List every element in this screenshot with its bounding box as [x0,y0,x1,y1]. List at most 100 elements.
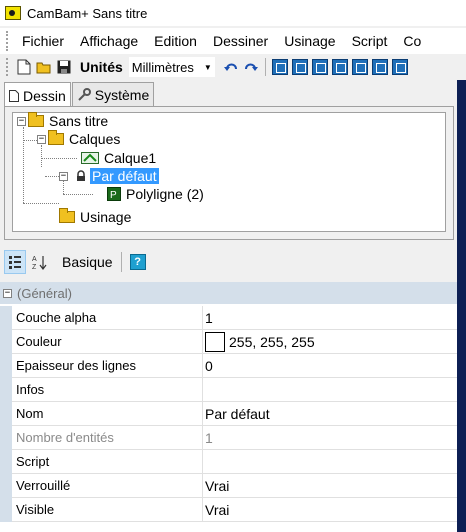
tree-item-usinage[interactable]: Usinage [59,208,131,226]
view-button-7[interactable] [391,59,408,75]
view-button-2[interactable] [291,59,308,75]
property-value[interactable]: Par défaut [203,402,457,426]
tree-item-par-defaut[interactable]: − Par défaut [59,167,159,185]
svg-text:A: A [32,256,37,263]
property-row-couleur[interactable]: Couleur 255, 255, 255 [0,330,457,354]
color-value: 255, 255, 255 [229,333,315,350]
tree-item-calque1[interactable]: Calque1 [81,149,156,167]
property-name: Verrouillé [12,474,203,498]
toolbar-separator [264,58,266,76]
property-name: Visible [12,498,203,522]
property-name: Nom [12,402,203,426]
chevron-down-icon: ▼ [203,62,212,72]
layer-icon [81,152,99,164]
property-row-couche-alpha[interactable]: Couche alpha 1 [0,306,457,330]
view-button-5[interactable] [351,59,368,75]
alphabetical-sort-button[interactable]: AZ [30,250,52,274]
menu-fichier[interactable]: Fichier [14,33,72,49]
tab-label: Système [94,86,150,103]
menu-configuration[interactable]: Co [395,33,429,49]
view-button-3[interactable] [311,59,328,75]
sort-az-icon: AZ [32,256,47,270]
category-general[interactable]: − (Général) [0,282,457,304]
property-value[interactable]: 0 [203,354,457,378]
help-icon[interactable]: ? [129,254,146,270]
polyline-icon: P [107,187,121,201]
view-button-1[interactable] [271,59,288,75]
categorized-view-button[interactable] [4,250,26,274]
tab-label: Dessin [23,87,66,104]
panel-tabs: Dessin Système [4,82,155,108]
property-value[interactable]: 1 [203,306,457,330]
property-name: Couleur [12,330,203,354]
tree-item-label: Par défaut [90,168,159,184]
units-dropdown[interactable]: Millimètres ▼ [128,57,215,77]
collapse-icon[interactable]: − [3,288,12,298]
save-icon[interactable] [56,59,72,75]
property-row-verrouille[interactable]: Verrouillé Vrai [0,474,457,498]
category-label: (Général) [17,285,72,301]
redo-icon[interactable] [243,59,259,75]
folder-icon [48,130,64,145]
tab-dessin[interactable]: Dessin [4,82,71,108]
menu-bar: Fichier Affichage Edition Dessiner Usina… [0,28,466,54]
folder-icon [28,112,44,127]
title-bar: CamBam+ Sans titre [0,0,466,26]
tree-item-label: Polyligne (2) [126,186,204,202]
menu-affichage[interactable]: Affichage [72,33,146,49]
property-value[interactable] [203,450,457,474]
property-row-infos[interactable]: Infos [0,378,457,402]
property-row-script[interactable]: Script [0,450,457,474]
menu-edition[interactable]: Edition [146,33,205,49]
property-value[interactable] [203,378,457,402]
categorized-icon [9,256,21,269]
units-value: Millimètres [131,59,194,75]
property-value-couleur[interactable]: 255, 255, 255 [203,330,457,354]
units-label: Unités [80,59,123,75]
property-value[interactable]: Vrai [203,498,457,522]
collapse-icon[interactable]: − [59,171,68,181]
wrench-icon [77,87,91,102]
tree-connector [41,158,77,159]
property-toolbar: AZ Basique ? [0,244,457,280]
tree-item-label: Sans titre [49,113,109,129]
menu-script[interactable]: Script [344,33,396,49]
tree-item-label: Calque1 [104,150,157,166]
undo-icon[interactable] [223,59,239,75]
property-row-nom[interactable]: Nom Par défaut [0,402,457,426]
property-row-epaisseur[interactable]: Epaisseur des lignes 0 [0,354,457,378]
collapse-icon[interactable]: − [17,116,26,126]
tree-connector [23,127,24,203]
property-row-nombre-entites: Nombre d'entités 1 [0,426,457,450]
menu-dessiner[interactable]: Dessiner [205,33,276,49]
menu-grip[interactable] [6,31,10,51]
tree-item-label: Usinage [80,209,132,225]
tree-item-polyligne[interactable]: P Polyligne (2) [107,185,204,203]
menu-usinage[interactable]: Usinage [276,33,343,49]
document-icon [9,89,19,102]
collapse-icon[interactable]: − [37,134,46,144]
view-button-6[interactable] [371,59,388,75]
drawing-tree: − Sans titre − Calques Calque1 − Par déf… [12,112,446,232]
property-name: Script [12,450,203,474]
tree-connector [45,176,59,177]
property-row-visible[interactable]: Visible Vrai [0,498,457,522]
view-button-4[interactable] [331,59,348,75]
property-name: Epaisseur des lignes [12,354,203,378]
drawing-tree-panel: − Sans titre − Calques Calque1 − Par déf… [4,106,454,240]
property-name: Nombre d'entités [12,426,203,450]
color-swatch [205,331,225,352]
property-value[interactable]: Vrai [203,474,457,498]
property-name: Couche alpha [12,306,203,330]
tab-systeme[interactable]: Système [71,82,155,106]
open-folder-icon[interactable] [36,59,52,75]
tree-item-root[interactable]: − Sans titre [17,112,108,130]
tree-connector [23,203,59,204]
svg-text:Z: Z [32,264,37,270]
main-toolbar: Unités Millimètres ▼ [0,54,466,80]
basic-view-button[interactable]: Basique [62,254,113,270]
new-file-icon[interactable] [16,59,32,75]
tree-item-calques[interactable]: − Calques [37,130,120,148]
toolbar-grip[interactable] [6,58,10,76]
toolbar-separator [120,252,122,272]
